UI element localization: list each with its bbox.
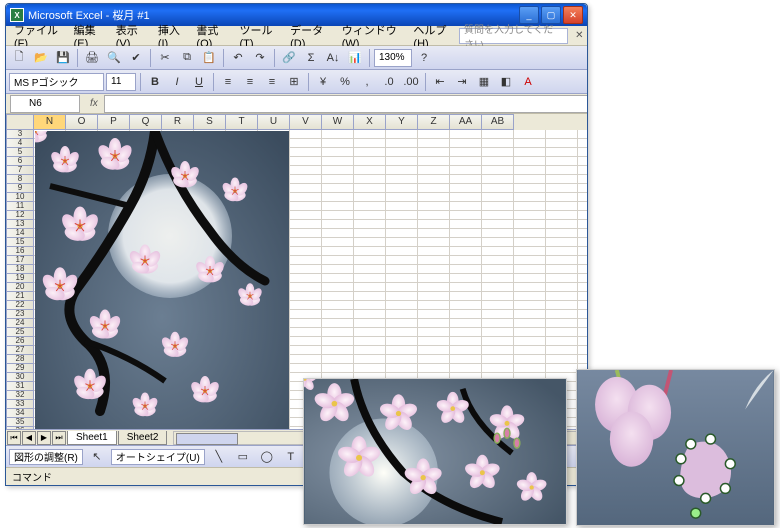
sakura-moon-artwork — [35, 131, 289, 429]
formula-bar: N6 fx — [6, 94, 587, 114]
tab-nav-next[interactable]: ▶ — [37, 431, 51, 445]
tab-nav-last[interactable]: ⏭ — [52, 431, 66, 445]
font-name-select[interactable]: MS Pゴシック — [9, 73, 104, 91]
column-header[interactable]: AA — [450, 114, 482, 130]
toolbar-separator — [223, 49, 224, 67]
autosum-icon[interactable]: Σ — [301, 48, 321, 68]
column-header[interactable]: W — [322, 114, 354, 130]
sheet-tab[interactable]: Sheet2 — [118, 431, 168, 445]
underline-icon[interactable]: U — [189, 72, 209, 92]
copy-icon[interactable]: ⧉ — [177, 48, 197, 68]
column-header[interactable]: O — [66, 114, 98, 130]
help-icon[interactable]: ? — [414, 48, 434, 68]
column-header[interactable]: S — [194, 114, 226, 130]
link-icon[interactable]: 🔗 — [279, 48, 299, 68]
save-icon[interactable]: 💾 — [53, 48, 73, 68]
ask-a-question-box[interactable]: 質問を入力してください — [459, 28, 567, 44]
fx-icon[interactable]: fx — [90, 98, 98, 109]
sort-icon[interactable]: A↓ — [323, 48, 343, 68]
cut-icon[interactable]: ✂ — [155, 48, 175, 68]
column-header[interactable]: T — [226, 114, 258, 130]
name-box[interactable]: N6 — [10, 95, 80, 113]
select-all-corner[interactable] — [6, 114, 34, 130]
row-headers: 3456789101112131415161718192021222324252… — [6, 130, 34, 429]
open-icon[interactable]: 📂 — [31, 48, 51, 68]
redo-icon[interactable]: ↷ — [250, 48, 270, 68]
tab-nav-prev[interactable]: ◀ — [22, 431, 36, 445]
toolbar-separator — [425, 73, 426, 91]
column-header[interactable]: Q — [130, 114, 162, 130]
chart-icon[interactable]: 📊 — [345, 48, 365, 68]
rect-icon[interactable]: ▭ — [233, 447, 253, 467]
column-headers: N O P Q R S T U V W X Y Z AA AB — [6, 114, 587, 130]
draw-adjust-menu[interactable]: 図形の調整(R) — [9, 449, 83, 465]
align-left-icon[interactable]: ≡ — [218, 72, 238, 92]
column-header[interactable]: AB — [482, 114, 514, 130]
bold-icon[interactable]: B — [145, 72, 165, 92]
toolbar-separator — [150, 49, 151, 67]
align-right-icon[interactable]: ≡ — [262, 72, 282, 92]
undo-icon[interactable]: ↶ — [228, 48, 248, 68]
zoom-select[interactable]: 130% — [374, 49, 412, 67]
align-center-icon[interactable]: ≡ — [240, 72, 260, 92]
autoshapes-menu[interactable]: オートシェイプ(U) — [111, 449, 205, 465]
toolbar-separator — [213, 73, 214, 91]
border-icon[interactable]: ▦ — [474, 72, 494, 92]
increase-decimal-icon[interactable]: .0 — [379, 72, 399, 92]
line-icon[interactable]: ╲ — [209, 447, 229, 467]
detail-inset-blossoms — [303, 378, 567, 525]
column-header[interactable]: Y — [386, 114, 418, 130]
new-icon[interactable]: 🗋 — [9, 48, 29, 68]
toolbar-separator — [369, 49, 370, 67]
italic-icon[interactable]: I — [167, 72, 187, 92]
fill-color-icon[interactable]: ◧ — [496, 72, 516, 92]
spell-icon[interactable]: ✔ — [126, 48, 146, 68]
preview-icon[interactable]: 🔍 — [104, 48, 124, 68]
toolbar-separator — [140, 73, 141, 91]
column-header[interactable]: P — [98, 114, 130, 130]
status-text: コマンド — [12, 469, 52, 484]
sheet-tab[interactable]: Sheet1 — [67, 431, 117, 445]
column-header[interactable]: N — [34, 114, 66, 130]
column-header[interactable]: U — [258, 114, 290, 130]
close-button[interactable]: ✕ — [563, 6, 583, 24]
toolbar-separator — [274, 49, 275, 67]
column-header[interactable]: Z — [418, 114, 450, 130]
textbox-icon[interactable]: T — [281, 447, 301, 467]
formatting-toolbar: MS Pゴシック 11 B I U ≡ ≡ ≡ ⊞ ¥ % , .0 .00 ⇤… — [6, 70, 587, 94]
column-header[interactable]: R — [162, 114, 194, 130]
column-header[interactable]: X — [354, 114, 386, 130]
comma-icon[interactable]: , — [357, 72, 377, 92]
font-color-icon[interactable]: A — [518, 72, 538, 92]
select-arrow-icon[interactable]: ↖ — [87, 447, 107, 467]
percent-icon[interactable]: % — [335, 72, 355, 92]
toolbar-separator — [308, 73, 309, 91]
decrease-decimal-icon[interactable]: .00 — [401, 72, 421, 92]
currency-icon[interactable]: ¥ — [313, 72, 333, 92]
print-icon[interactable]: 🖨 — [82, 48, 102, 68]
font-size-select[interactable]: 11 — [106, 73, 136, 91]
merge-icon[interactable]: ⊞ — [284, 72, 304, 92]
standard-toolbar: 🗋 📂 💾 🖨 🔍 ✔ ✂ ⧉ 📋 ↶ ↷ 🔗 Σ A↓ 📊 130% ? — [6, 46, 587, 70]
increase-indent-icon[interactable]: ⇥ — [452, 72, 472, 92]
menu-bar: ファイル(F) 編集(E) 表示(V) 挿入(I) 書式(O) ツール(T) デ… — [6, 26, 587, 46]
tab-nav-first[interactable]: ⏮ — [7, 431, 21, 445]
toolbar-separator — [77, 49, 78, 67]
detail-inset-edit-handles — [576, 369, 775, 526]
paste-icon[interactable]: 📋 — [199, 48, 219, 68]
formula-input[interactable] — [104, 95, 587, 113]
embedded-artwork[interactable] — [35, 131, 289, 429]
decrease-indent-icon[interactable]: ⇤ — [430, 72, 450, 92]
workbook-close-button[interactable]: ✕ — [574, 29, 585, 43]
column-header[interactable]: V — [290, 114, 322, 130]
row-header[interactable]: 36 — [6, 427, 34, 429]
oval-icon[interactable]: ◯ — [257, 447, 277, 467]
